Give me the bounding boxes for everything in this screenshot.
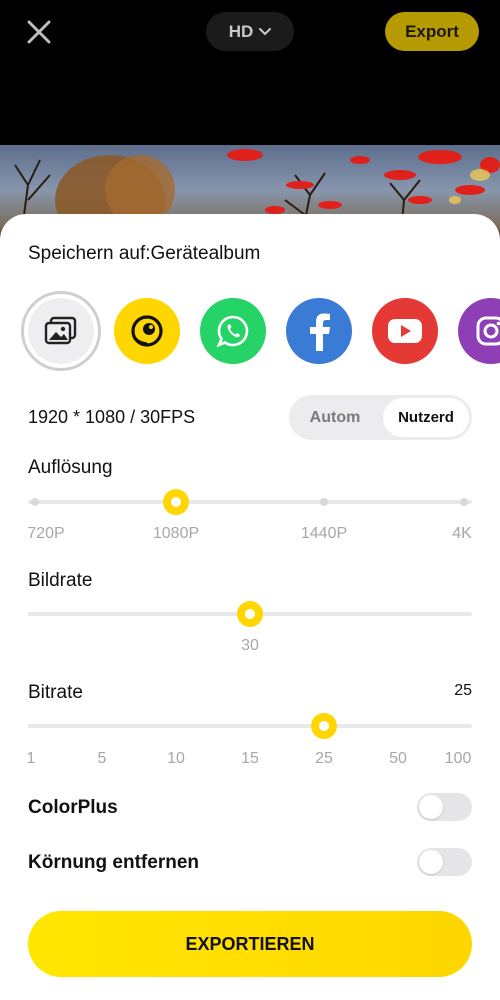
chevron-down-icon <box>259 27 272 35</box>
colorplus-toggle[interactable] <box>417 793 472 821</box>
resolution-tick-1440p: 1440P <box>300 525 348 542</box>
bitrate-title: Bitrate <box>28 682 83 703</box>
bitrate-track[interactable] <box>28 724 472 728</box>
grain-removal-toggle-thumb <box>419 850 443 874</box>
bitrate-tick-5: 5 <box>97 750 107 767</box>
share-facebook[interactable] <box>286 298 352 364</box>
bitrate-tick-1: 1 <box>26 750 36 767</box>
gallery-icon <box>44 316 77 345</box>
close-icon[interactable] <box>22 15 56 49</box>
resolution-tick-1080p: 1080P <box>152 525 200 542</box>
share-gallery[interactable] <box>21 291 101 371</box>
mode-user-tab[interactable]: Nutzerd <box>383 398 469 437</box>
bitrate-tick-100: 100 <box>444 750 472 767</box>
top-bar: HD Export <box>0 0 500 145</box>
framerate-value: 30 <box>241 637 259 654</box>
resolution-track[interactable] <box>28 500 472 504</box>
export-button[interactable]: EXPORTIEREN <box>28 911 472 977</box>
quality-dropdown[interactable]: HD <box>206 12 294 51</box>
resolution-tick-4k: 4K <box>452 525 472 542</box>
bitrate-tick-50: 50 <box>389 750 407 767</box>
share-youtube[interactable] <box>372 298 438 364</box>
resolution-knob[interactable] <box>163 489 189 515</box>
grain-removal-label: Körnung entfernen <box>28 852 199 873</box>
resolution-stop-1440[interactable] <box>320 498 328 506</box>
bitrate-tick-10: 10 <box>167 750 185 767</box>
share-whatsapp[interactable] <box>200 298 266 364</box>
colorplus-label: ColorPlus <box>28 797 118 818</box>
framerate-knob[interactable] <box>237 601 263 627</box>
whatsapp-icon <box>216 315 249 348</box>
bitrate-tick-25: 25 <box>315 750 333 767</box>
framerate-title: Bildrate <box>28 570 93 591</box>
resolution-stop-720[interactable] <box>31 498 39 506</box>
resolution-tick-720p: 720P <box>27 525 65 542</box>
share-targets-row[interactable] <box>0 291 500 371</box>
quality-label: HD <box>228 21 254 41</box>
resolution-summary: 1920 * 1080 / 30FPS <box>28 407 196 427</box>
facebook-icon <box>310 313 330 351</box>
bitrate-knob[interactable] <box>311 713 337 739</box>
share-snapchat-like[interactable] <box>114 298 180 364</box>
mode-auto-tab[interactable]: Autom <box>289 395 381 440</box>
bitrate-tick-15: 15 <box>241 750 259 767</box>
colorplus-toggle-thumb <box>419 795 443 819</box>
snapchat-like-icon <box>131 315 163 347</box>
grain-removal-toggle[interactable] <box>417 848 472 876</box>
youtube-icon <box>388 319 422 343</box>
save-location-label: Speichern auf:Gerätealbum <box>28 243 261 264</box>
resolution-stop-4k[interactable] <box>460 498 468 506</box>
mode-segmented-control[interactable]: Autom Nutzerd <box>289 395 472 440</box>
share-instagram[interactable] <box>458 298 500 364</box>
export-top-button[interactable]: Export <box>385 12 479 51</box>
resolution-title: Auflösung <box>28 457 113 478</box>
instagram-icon <box>476 316 500 346</box>
bitrate-value: 25 <box>454 682 472 699</box>
